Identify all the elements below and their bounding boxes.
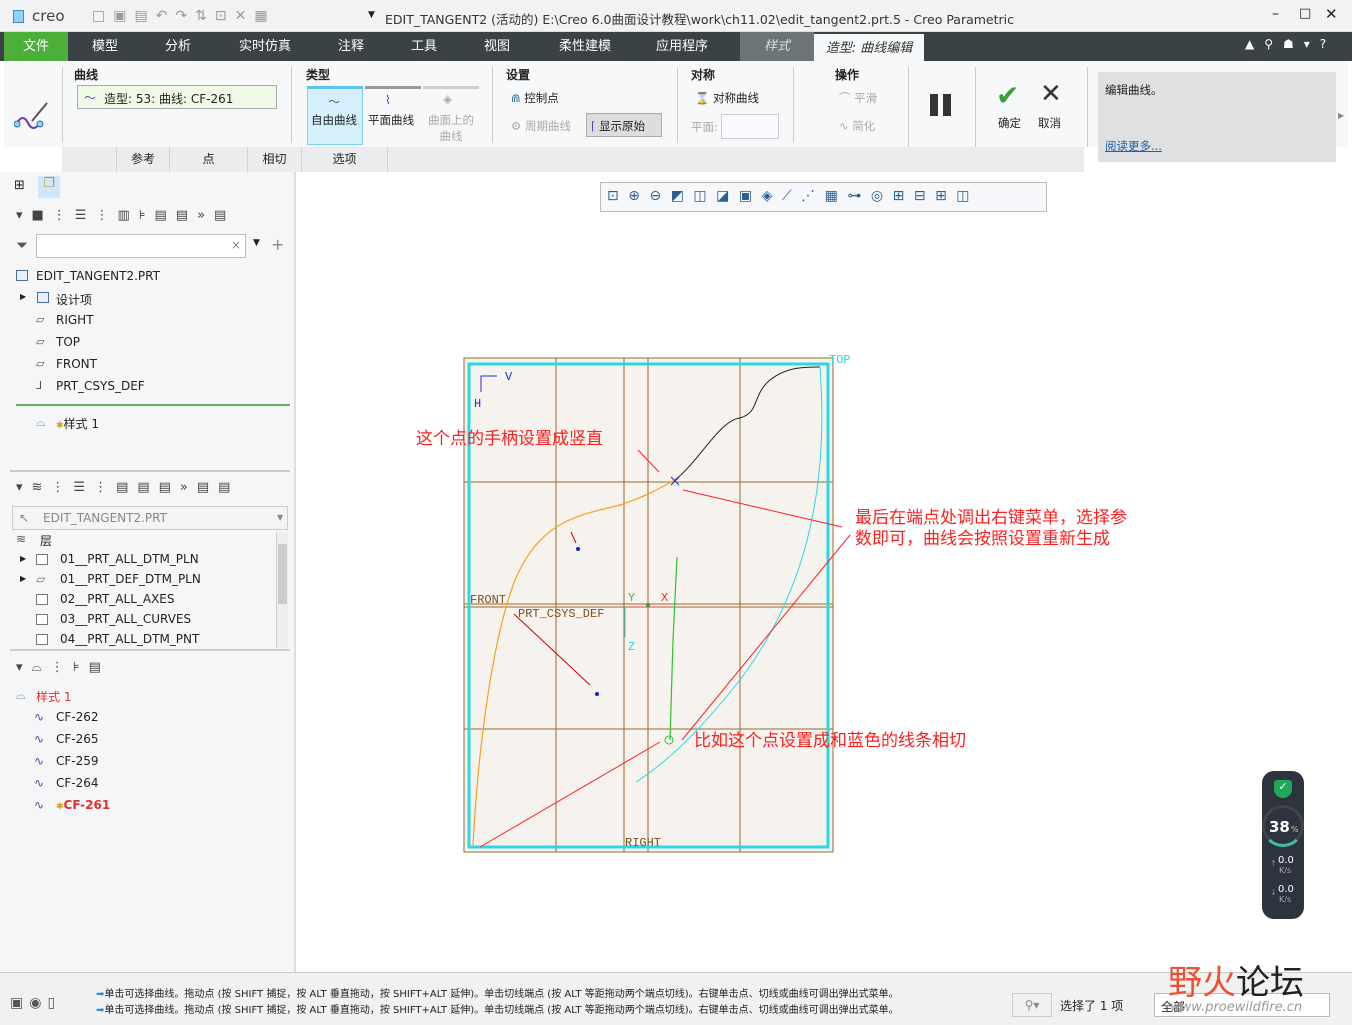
selection-filter-button[interactable]: ⚲▾ xyxy=(1012,993,1052,1017)
usage-percent: 38 xyxy=(1269,818,1290,836)
graphics-viewport[interactable]: TOP FRONT RIGHT PRT_CSYS_DEF Y X Z V H 这… xyxy=(0,0,1352,1025)
download-rate: 0.0 xyxy=(1278,884,1294,895)
svg-text:FRONT: FRONT xyxy=(470,593,506,607)
svg-text:X: X xyxy=(661,591,668,605)
watermark-logo: 野火论坛 xyxy=(1168,963,1304,1003)
status-toggle-icons[interactable]: ▣◉▯ xyxy=(10,995,61,1011)
control-handle[interactable] xyxy=(576,547,580,551)
svg-text:H: H xyxy=(474,397,481,411)
shield-check-icon: ✓ xyxy=(1274,780,1292,798)
message-line: ➡单击可选择曲线。拖动点 (按 SHIFT 捕捉，按 ALT 垂直拖动，按 SH… xyxy=(96,1005,899,1016)
annotation-text: 比如这个点设置成和蓝色的线条相切 xyxy=(694,731,966,751)
download-icon: ↓ xyxy=(1270,888,1277,897)
svg-text:PRT_CSYS_DEF: PRT_CSYS_DEF xyxy=(518,607,604,621)
upload-rate: 0.0 xyxy=(1278,855,1294,866)
status-bar: ▣◉▯ ➡单击可选择曲线。拖动点 (按 SHIFT 捕捉，按 ALT 垂直拖动，… xyxy=(0,963,1352,1025)
svg-text:TOP: TOP xyxy=(829,353,851,367)
selection-count: 选择了 1 项 xyxy=(1060,999,1124,1013)
annotation-text: 这个点的手柄设置成竖直 xyxy=(416,429,603,449)
annotation-text: 数即可，曲线会按照设置重新生成 xyxy=(855,529,1110,549)
svg-text:Z: Z xyxy=(628,640,635,654)
upload-icon: ↑ xyxy=(1270,859,1277,868)
watermark-url: www.proewildfire.cn xyxy=(1170,1000,1303,1015)
network-speed-widget[interactable]: ✓ 38 % ↑ 0.0 K/s ↓ 0.0 K/s xyxy=(1262,771,1304,919)
control-handle[interactable] xyxy=(595,692,599,696)
annotation-text: 最后在端点处调出右键菜单，选择参 xyxy=(855,508,1127,528)
svg-text:V: V xyxy=(505,370,513,384)
svg-text:RIGHT: RIGHT xyxy=(625,836,661,850)
svg-text:Y: Y xyxy=(628,591,635,605)
message-line: ➡单击可选择曲线。拖动点 (按 SHIFT 捕捉，按 ALT 垂直拖动，按 SH… xyxy=(96,989,899,1000)
